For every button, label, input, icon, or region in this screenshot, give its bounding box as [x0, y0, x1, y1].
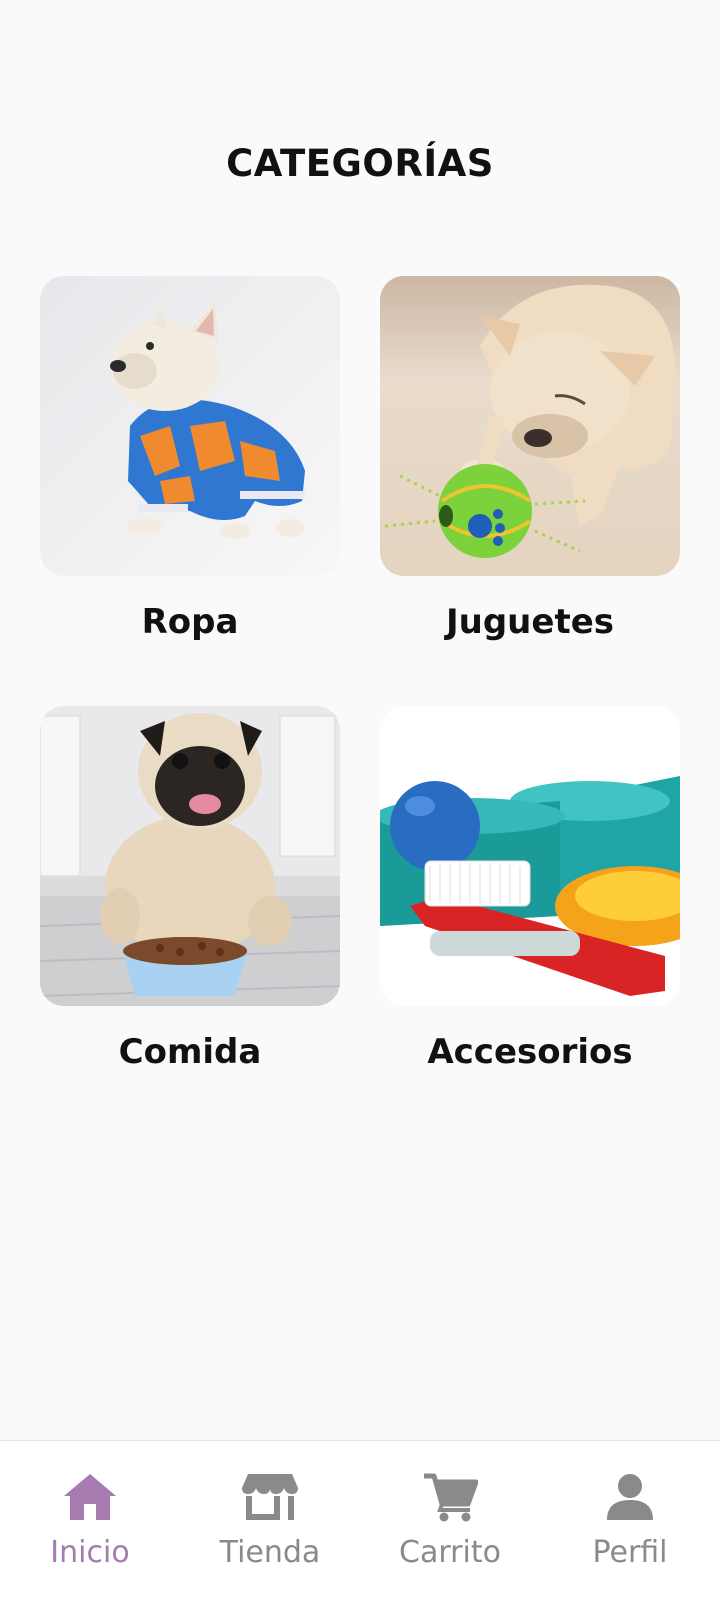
category-image-juguetes[interactable] — [380, 276, 680, 576]
nav-item-tienda[interactable]: Tienda — [180, 1441, 360, 1601]
category-label-accesorios[interactable]: Accesorios — [380, 1032, 680, 1072]
category-card-comida[interactable]: Comida — [40, 706, 340, 1072]
nav-item-perfil[interactable]: Perfil — [540, 1441, 720, 1601]
category-label-ropa[interactable]: Ropa — [40, 602, 340, 642]
category-card-accesorios[interactable]: Accesorios — [380, 706, 680, 1072]
nav-label-inicio[interactable]: Inicio — [50, 1535, 129, 1570]
bottom-navigation: Inicio Tienda Carrito Perfil — [0, 1440, 720, 1601]
category-image-comida[interactable] — [40, 706, 340, 1006]
category-label-comida[interactable]: Comida — [40, 1032, 340, 1072]
category-image-ropa[interactable] — [40, 276, 340, 576]
nav-label-perfil[interactable]: Perfil — [592, 1535, 667, 1570]
category-card-ropa[interactable]: Ropa — [40, 276, 340, 642]
nav-label-carrito[interactable]: Carrito — [399, 1535, 501, 1570]
nav-item-carrito[interactable]: Carrito — [360, 1441, 540, 1601]
store-icon[interactable] — [240, 1469, 300, 1525]
category-label-juguetes[interactable]: Juguetes — [380, 602, 680, 642]
nav-label-tienda[interactable]: Tienda — [220, 1535, 321, 1570]
category-image-accesorios[interactable] — [380, 706, 680, 1006]
user-icon[interactable] — [600, 1469, 660, 1525]
category-card-juguetes[interactable]: Juguetes — [380, 276, 680, 642]
page-title: CATEGORÍAS — [226, 142, 494, 185]
cart-icon[interactable] — [420, 1469, 480, 1525]
home-icon[interactable] — [60, 1469, 120, 1525]
nav-item-inicio[interactable]: Inicio — [0, 1441, 180, 1601]
